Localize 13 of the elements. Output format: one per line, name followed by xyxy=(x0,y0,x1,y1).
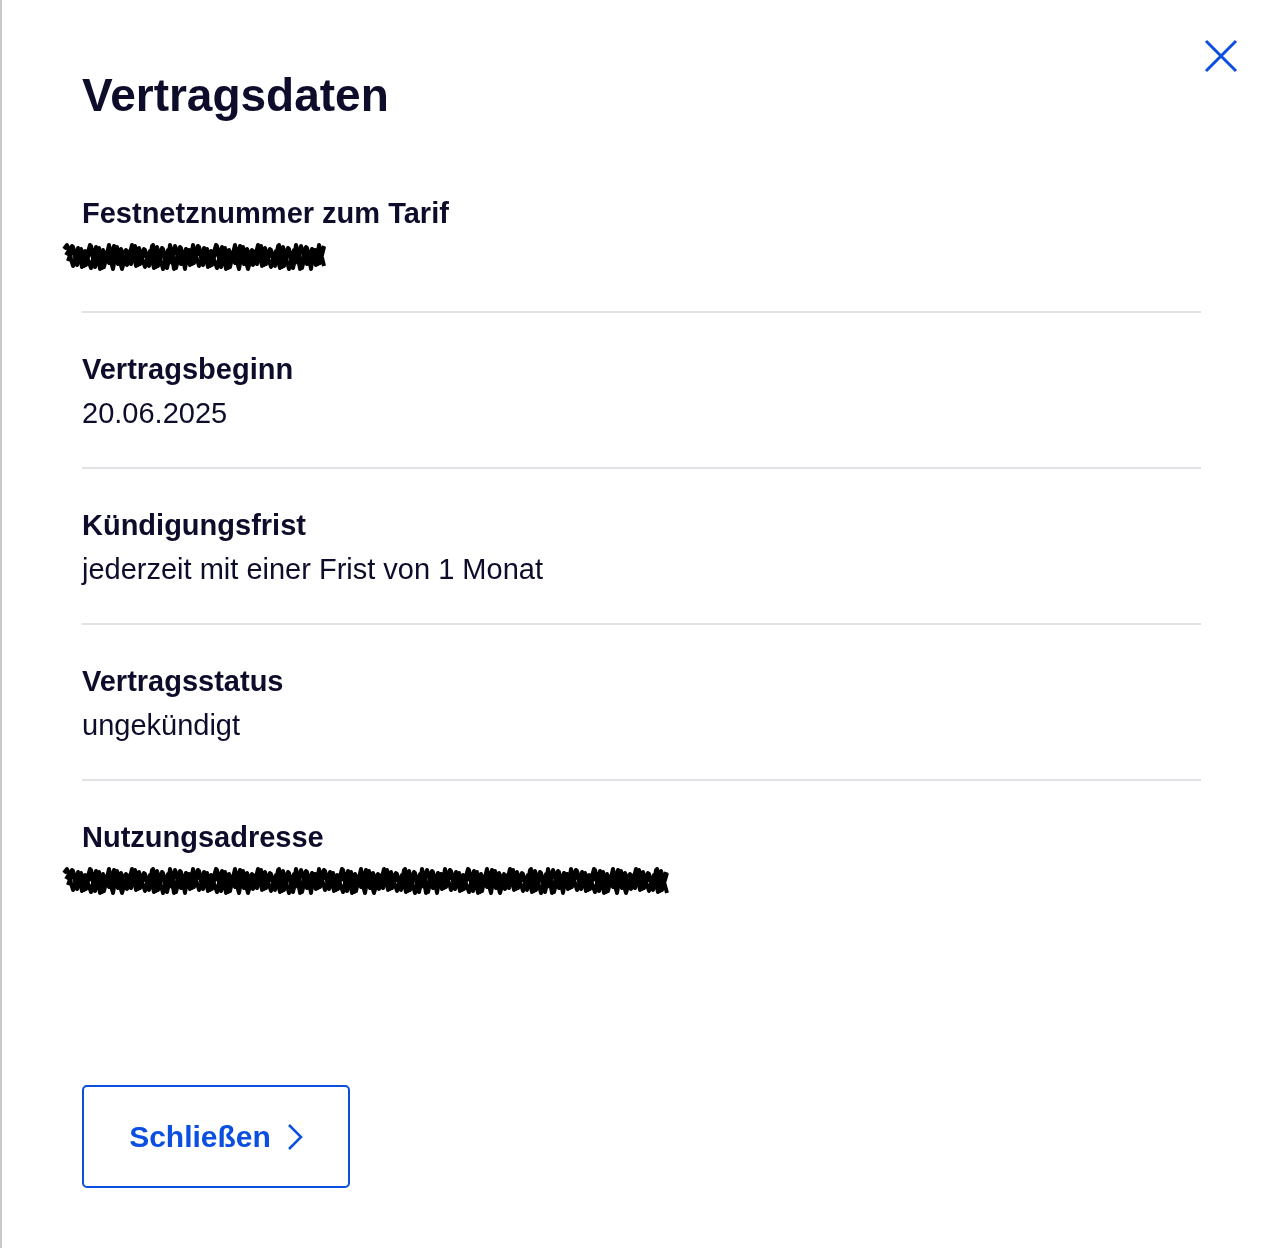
field-value: 20.06.2025 xyxy=(82,396,229,431)
chevron-right-icon xyxy=(286,1122,303,1151)
field-value: ungekündigt xyxy=(82,708,242,743)
close-icon xyxy=(1204,39,1238,73)
field-label: Vertragsstatus xyxy=(82,664,285,699)
field-value: jederzeit mit einer Frist von 1 Monat xyxy=(82,552,544,587)
field-label: Nutzungsadresse xyxy=(82,820,325,855)
field-label: Kündigungsfrist xyxy=(82,508,307,543)
field-label: Vertragsbeginn xyxy=(82,352,295,387)
close-button[interactable] xyxy=(1203,38,1239,74)
field-label: Festnetznummer zum Tarif xyxy=(82,196,450,231)
dialog-title: Vertragsdaten xyxy=(82,69,390,121)
close-dialog-button[interactable]: Schließen xyxy=(82,1085,350,1188)
